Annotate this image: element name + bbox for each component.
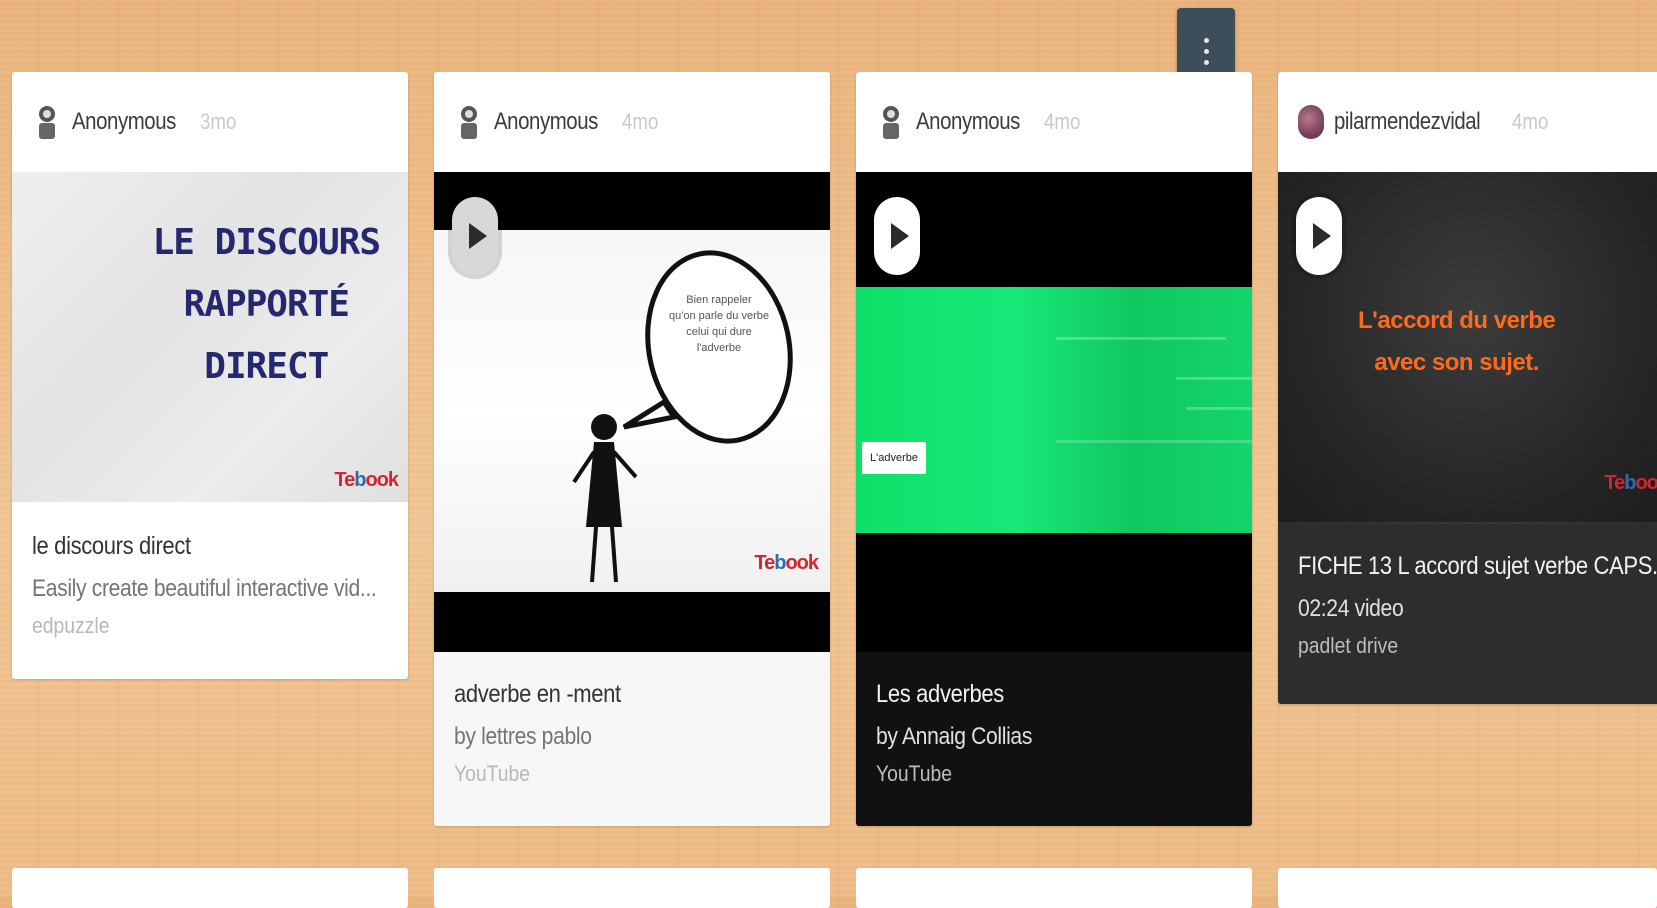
play-icon[interactable]	[1296, 197, 1342, 275]
post-time: 4mo	[622, 109, 659, 134]
post-source: padlet drive	[1298, 633, 1399, 658]
post-header: Anonymous 4mo	[434, 72, 830, 172]
post-title: FICHE 13 L accord sujet verbe CAPS...	[1298, 552, 1657, 580]
thumbnail-title: L'accord du verbe avec son sujet.	[1358, 307, 1556, 376]
post-title: adverbe en -ment	[454, 680, 621, 708]
author-name: pilarmendezvidal	[1334, 108, 1481, 135]
post-card[interactable]	[1278, 868, 1657, 908]
video-thumbnail[interactable]: L'accord du verbe avec son sujet. Tebook	[1278, 172, 1657, 524]
post-time: 4mo	[1044, 109, 1081, 134]
vertical-dots-icon	[1203, 37, 1209, 43]
anonymous-avatar-icon	[454, 105, 484, 139]
speech-bubble-text: Bien rappeler qu'on parle du verbe celui…	[669, 294, 769, 354]
video-tag: L'adverbe	[862, 442, 926, 474]
post-description: Easily create beautiful interactive vid.…	[32, 575, 377, 602]
post-description: by Annaig Collias	[876, 723, 1033, 750]
play-icon[interactable]	[874, 197, 920, 275]
post-source: YouTube	[876, 761, 953, 786]
post-card[interactable]: Anonymous 4mo L'adverbe Les adverbes by …	[856, 72, 1252, 826]
post-header: Anonymous 3mo	[12, 72, 408, 172]
play-icon[interactable]	[452, 197, 498, 275]
post-source: edpuzzle	[32, 613, 110, 638]
post-card[interactable]: Anonymous 4mo Bien rappeler qu'on parle …	[434, 72, 830, 826]
channel-logo: Tebook	[754, 552, 819, 574]
post-header: Anonymous 4mo	[856, 72, 1252, 172]
post-card[interactable]	[856, 868, 1252, 908]
video-thumbnail[interactable]: L'adverbe	[856, 172, 1252, 652]
channel-logo: Tebook	[1604, 472, 1657, 494]
author-name: Anonymous	[916, 108, 1020, 135]
post-card[interactable]	[12, 868, 408, 908]
author-name: Anonymous	[494, 108, 598, 135]
channel-logo: Tebook	[334, 469, 399, 491]
post-title: le discours direct	[32, 532, 191, 560]
post-time: 3mo	[200, 109, 237, 134]
post-thumbnail[interactable]: LE DISCOURS RAPPORTÉ DIRECT Tebook	[12, 172, 408, 502]
post-description: 02:24 video	[1298, 595, 1404, 622]
thumbnail-title: LE DISCOURS RAPPORTÉ DIRECT	[152, 222, 381, 387]
speaking-figure-illustration	[572, 250, 793, 583]
post-time: 4mo	[1512, 109, 1549, 134]
anonymous-avatar-icon	[876, 105, 906, 139]
post-card[interactable]: Anonymous 3mo LE DISCOURS RAPPORTÉ DIREC…	[12, 72, 408, 679]
post-description: by lettres pablo	[454, 723, 592, 750]
video-thumbnail[interactable]: Bien rappeler qu'on parle du verbe celui…	[434, 172, 830, 652]
post-card[interactable]: pilarmendezvidal 4mo L'accord du verbe a…	[1278, 72, 1657, 704]
anonymous-avatar-icon	[32, 105, 62, 139]
author-name: Anonymous	[72, 108, 176, 135]
post-title: Les adverbes	[876, 680, 1004, 708]
post-header: pilarmendezvidal 4mo	[1278, 72, 1657, 172]
post-card[interactable]	[434, 868, 830, 908]
user-avatar	[1298, 105, 1324, 139]
post-source: YouTube	[454, 761, 531, 786]
